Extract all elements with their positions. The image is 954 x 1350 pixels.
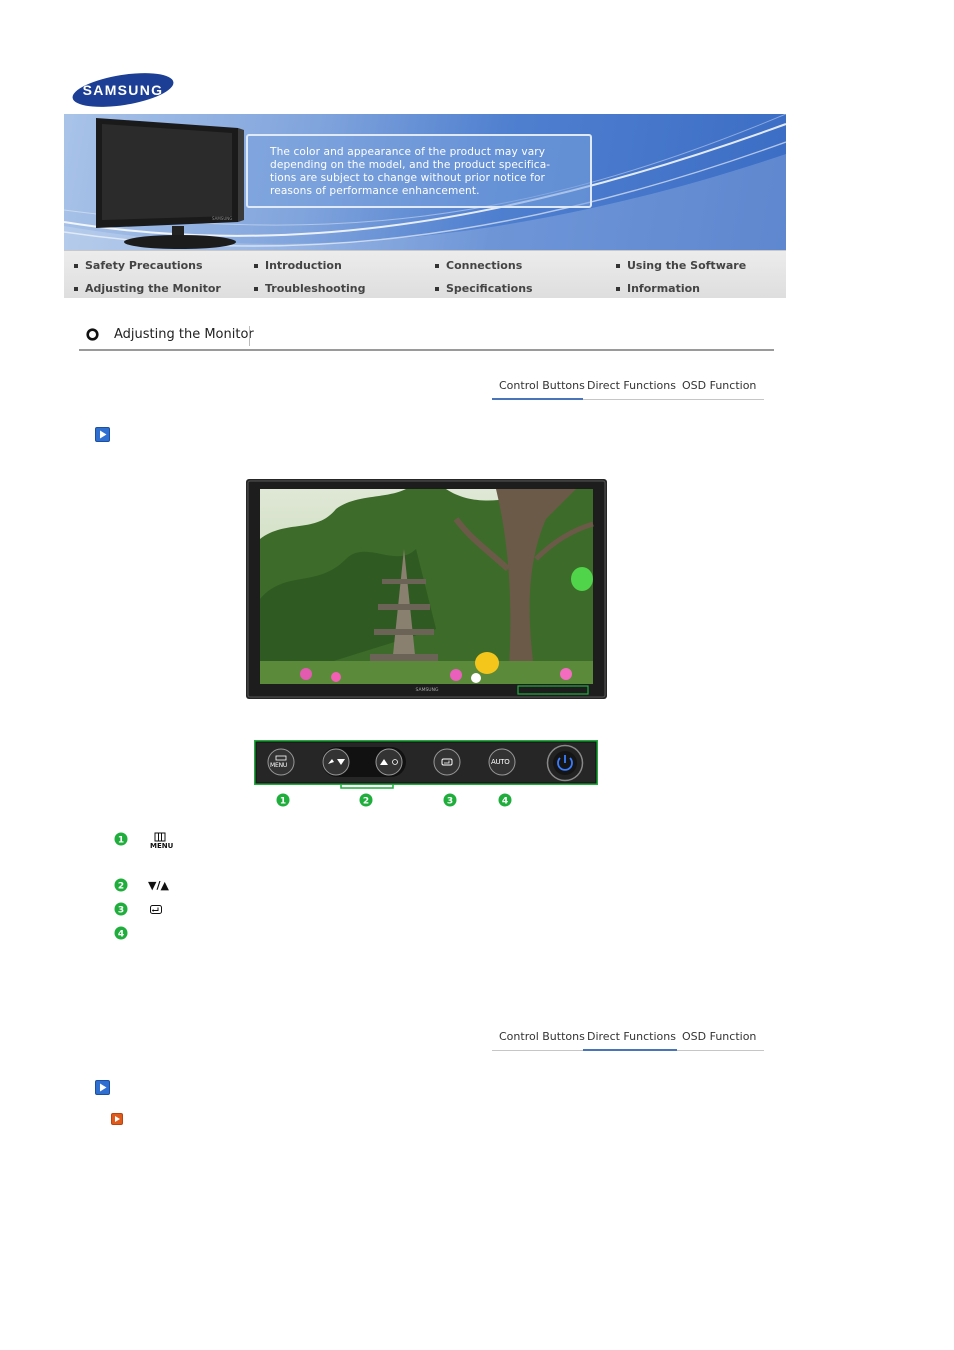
notice-line: The color and appearance of the product … <box>270 146 546 158</box>
play-icon <box>95 1080 110 1095</box>
power-button[interactable] <box>546 744 584 782</box>
bullet-icon <box>616 263 620 268</box>
samsung-logo: SAMSUNG <box>72 73 174 107</box>
notice-line: tions are subject to change without prio… <box>270 172 545 184</box>
section-ring-icon <box>86 328 99 341</box>
nav-item-adjusting-the-monitor[interactable]: Adjusting the Monitor <box>74 282 221 295</box>
nav-item-using-the-software[interactable]: Using the Software <box>616 259 746 272</box>
sub-play-icon <box>111 1113 123 1125</box>
monitor-front-image: SAMSUNG <box>246 479 607 699</box>
nav-item-safety-precautions[interactable]: Safety Precautions <box>74 259 203 272</box>
svg-text:SAMSUNG: SAMSUNG <box>212 216 232 221</box>
nav-item-troubleshooting[interactable]: Troubleshooting <box>254 282 365 295</box>
menu-symbol-icon <box>154 832 166 842</box>
active-tab-indicator <box>583 1049 677 1051</box>
menu-button-label: MENU <box>270 762 288 769</box>
tab-bar-top: Control Buttons Direct Functions OSD Fun… <box>492 377 764 400</box>
bullet-icon <box>254 263 258 268</box>
tab-control-buttons[interactable]: Control Buttons <box>499 379 585 392</box>
menu-button[interactable]: MENU <box>267 748 295 776</box>
play-icon <box>95 427 110 442</box>
callout-1-icon: 1 <box>276 793 290 807</box>
header-banner: SAMSUNG The color and appearance of the … <box>64 114 786 250</box>
bullet-icon <box>254 286 258 291</box>
tab-direct-functions[interactable]: Direct Functions <box>587 1030 676 1043</box>
bullet-icon <box>435 286 439 291</box>
auto-button-label: AUTO <box>491 758 510 766</box>
bullet-icon <box>616 286 620 291</box>
arrow-symbols: ▼/▲ <box>148 879 169 892</box>
banner-notice: The color and appearance of the product … <box>246 134 592 208</box>
active-tab-indicator <box>492 398 583 400</box>
notice-line: reasons of performance enhancement. <box>270 185 480 197</box>
svg-text:1: 1 <box>118 835 124 845</box>
tab-direct-functions[interactable]: Direct Functions <box>587 379 676 392</box>
tab-control-buttons[interactable]: Control Buttons <box>499 1030 585 1043</box>
bullet-icon <box>74 286 78 291</box>
section-title-divider <box>249 326 250 346</box>
svg-text:3: 3 <box>118 905 124 915</box>
tab-osd-function[interactable]: OSD Function <box>682 1030 756 1043</box>
svg-text:4: 4 <box>502 796 508 806</box>
svg-text:1: 1 <box>280 796 286 806</box>
nav-item-introduction[interactable]: Introduction <box>254 259 342 272</box>
tab-bar-bottom: Control Buttons Direct Functions OSD Fun… <box>492 1028 764 1051</box>
callout-2-icon: 2 <box>359 793 373 807</box>
brightness-down-button[interactable] <box>322 748 350 776</box>
notice-line: depending on the model, and the product … <box>270 159 551 171</box>
menu-symbol-caption: MENU <box>150 842 174 850</box>
top-navigation: Safety Precautions Introduction Connecti… <box>64 250 786 298</box>
svg-text:4: 4 <box>118 929 124 939</box>
callout-3-icon: 3 <box>443 793 457 807</box>
svg-text:3: 3 <box>447 796 453 806</box>
nav-item-connections[interactable]: Connections <box>435 259 522 272</box>
legend-3-icon: 3 <box>114 902 128 916</box>
brightness-up-button[interactable] <box>375 748 403 776</box>
legend-4-icon: 4 <box>114 926 128 940</box>
logo-text: SAMSUNG <box>83 82 164 98</box>
callout-4-icon: 4 <box>498 793 512 807</box>
legend-2-icon: 2 <box>114 878 128 892</box>
enter-button[interactable] <box>433 748 461 776</box>
tab-osd-function[interactable]: OSD Function <box>682 379 756 392</box>
legend-1-icon: 1 <box>114 832 128 846</box>
svg-text:2: 2 <box>118 881 124 891</box>
svg-text:2: 2 <box>363 796 369 806</box>
section-underline <box>79 349 774 351</box>
enter-symbol-icon <box>150 905 162 914</box>
bullet-icon <box>435 263 439 268</box>
section-title: Adjusting the Monitor <box>114 327 254 342</box>
nav-item-information[interactable]: Information <box>616 282 700 295</box>
svg-text:SAMSUNG: SAMSUNG <box>416 687 439 693</box>
nav-item-specifications[interactable]: Specifications <box>435 282 533 295</box>
auto-button[interactable]: AUTO <box>488 748 516 776</box>
bullet-icon <box>74 263 78 268</box>
